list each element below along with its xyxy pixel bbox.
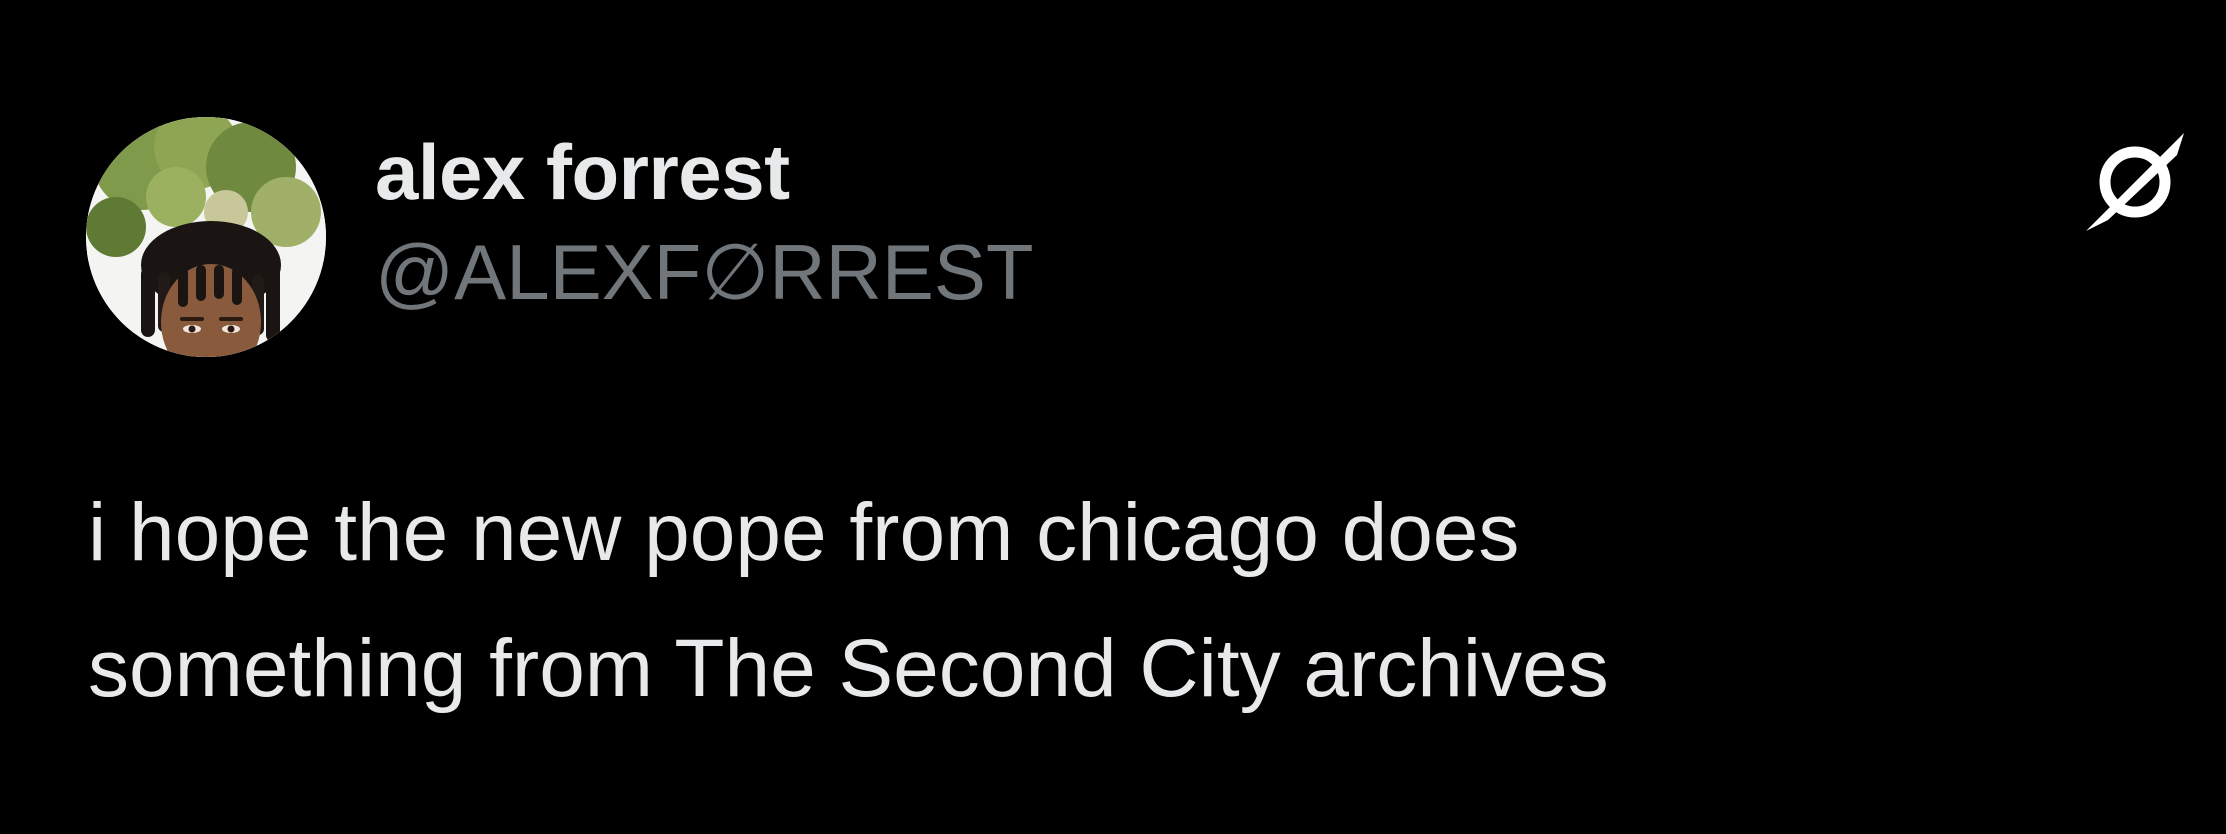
tweet-text-line: something from The Second City archives — [88, 623, 1609, 714]
tweet-text: i hope the new pope from chicago does so… — [88, 465, 2138, 737]
tweet-text-line: i hope the new pope from chicago does — [88, 487, 1520, 578]
author-handle[interactable]: @ALEXF∅RREST — [375, 226, 1034, 318]
avatar[interactable] — [86, 117, 326, 357]
author-display-name[interactable]: alex forrest — [375, 126, 1034, 218]
slashed-circle-icon — [2080, 125, 2190, 235]
avatar-photo-icon — [86, 117, 326, 357]
tweet-card: alex forrest @ALEXF∅RREST i hope the new… — [0, 0, 2226, 834]
author-block: alex forrest @ALEXF∅RREST — [375, 126, 1034, 318]
